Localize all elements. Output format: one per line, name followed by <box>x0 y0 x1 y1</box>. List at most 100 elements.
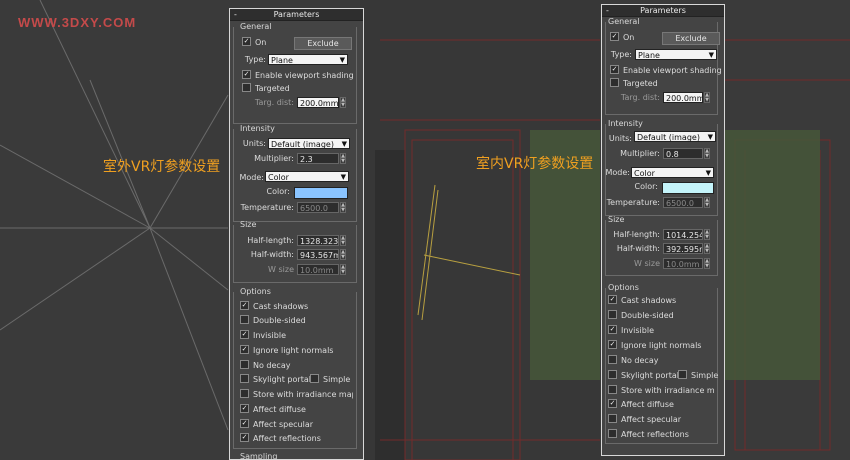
exclude-button[interactable]: Exclude <box>294 37 352 50</box>
checkbox-box[interactable] <box>608 370 617 379</box>
spinner-arrows-icon[interactable]: ▲ ▼ <box>340 153 346 164</box>
simple-checkbox[interactable]: Simple <box>678 370 718 382</box>
double-sided-checkbox[interactable]: Double-sided <box>608 310 674 322</box>
store-irradiance-label: Store with irradiance map <box>621 386 715 395</box>
skylight-portal-checkbox[interactable]: Skylight portal <box>608 370 679 382</box>
w-size-field[interactable]: 10.0mm <box>297 264 339 275</box>
checkbox-box[interactable] <box>608 414 617 423</box>
checkbox-box[interactable] <box>240 374 249 383</box>
checkbox-box[interactable]: ✓ <box>608 295 617 304</box>
on-checkbox[interactable]: ✓ On <box>610 32 634 44</box>
affect-specular-checkbox[interactable]: ✓ Affect specular <box>240 419 313 431</box>
mode-dropdown[interactable]: Color ▼ <box>631 167 714 178</box>
viewport-shading-checkbox[interactable]: ✓ Enable viewport shading <box>610 65 722 77</box>
affect-specular-checkbox[interactable]: Affect specular <box>608 414 681 426</box>
half-width-field[interactable]: 943.567m <box>297 249 339 260</box>
ignore-light-normals-checkbox[interactable]: ✓ Ignore light normals <box>240 345 333 357</box>
checkbox-box[interactable]: ✓ <box>242 37 251 46</box>
multiplier-field[interactable]: 2.3 <box>297 153 339 164</box>
half-length-field[interactable]: 1014.254 <box>663 229 703 240</box>
viewport-shading-checkbox[interactable]: ✓ Enable viewport shading <box>242 70 354 82</box>
temperature-field[interactable]: 6500.0 <box>663 197 703 208</box>
checkbox-box[interactable] <box>310 374 319 383</box>
affect-diffuse-checkbox[interactable]: ✓ Affect diffuse <box>608 399 674 411</box>
checkbox-box[interactable]: ✓ <box>240 301 249 310</box>
double-sided-label: Double-sided <box>621 311 674 320</box>
no-decay-checkbox[interactable]: No decay <box>608 355 658 367</box>
checkbox-box[interactable] <box>678 370 687 379</box>
checkbox-box[interactable]: ✓ <box>240 404 249 413</box>
panel-title-bar[interactable]: - Parameters <box>602 5 724 17</box>
no-decay-checkbox[interactable]: No decay <box>240 360 290 372</box>
skylight-portal-checkbox[interactable]: Skylight portal <box>240 374 311 386</box>
sampling-title: Sampling <box>240 452 278 460</box>
spinner-arrows-icon[interactable]: ▲ ▼ <box>704 243 710 254</box>
store-irradiance-checkbox[interactable]: Store with irradiance map <box>608 385 715 397</box>
checkbox-box[interactable]: ✓ <box>240 419 249 428</box>
checkbox-box[interactable]: ✓ <box>610 65 619 74</box>
targeted-checkbox[interactable]: Targeted <box>610 78 658 90</box>
cast-shadows-checkbox[interactable]: ✓ Cast shadows <box>608 295 676 307</box>
targeted-checkbox[interactable]: Targeted <box>242 83 290 95</box>
type-dropdown[interactable]: Plane ▼ <box>635 49 717 60</box>
checkbox-box[interactable] <box>608 429 617 438</box>
half-length-field[interactable]: 1328.323 <box>297 235 339 246</box>
checkbox-box[interactable]: ✓ <box>240 330 249 339</box>
checkbox-box[interactable] <box>242 83 251 92</box>
checkbox-box[interactable]: ✓ <box>608 340 617 349</box>
spinner-arrows-icon[interactable]: ▲ ▼ <box>340 235 346 246</box>
panel-title-bar[interactable]: - Parameters <box>230 9 363 21</box>
double-sided-checkbox[interactable]: Double-sided <box>240 315 306 327</box>
type-dropdown[interactable]: Plane ▼ <box>268 54 348 65</box>
checkbox-box[interactable]: ✓ <box>610 32 619 41</box>
spinner-arrows-icon[interactable]: ▲ ▼ <box>704 148 710 159</box>
spinner-arrows-icon[interactable]: ▲ ▼ <box>340 249 346 260</box>
on-checkbox[interactable]: ✓ On <box>242 37 266 49</box>
checkbox-box[interactable] <box>610 78 619 87</box>
checkbox-box[interactable] <box>240 389 249 398</box>
targ-dist-field[interactable]: 200.0mm <box>297 97 339 108</box>
spinner-arrows-icon[interactable]: ▲ ▼ <box>704 258 710 269</box>
targ-dist-field[interactable]: 200.0mm <box>663 92 703 103</box>
checkbox-box[interactable] <box>240 315 249 324</box>
spinner-arrows-icon[interactable]: ▲ ▼ <box>340 202 346 213</box>
affect-diffuse-checkbox[interactable]: ✓ Affect diffuse <box>240 404 306 416</box>
exclude-button[interactable]: Exclude <box>662 32 720 45</box>
units-dropdown[interactable]: Default (image) ▼ <box>268 138 350 149</box>
collapse-icon[interactable]: - <box>234 9 237 20</box>
checkbox-box[interactable] <box>608 310 617 319</box>
spinner-arrows-icon[interactable]: ▲ ▼ <box>704 197 710 208</box>
viewport-shading-label: Enable viewport shading <box>623 66 722 75</box>
checkbox-box[interactable]: ✓ <box>242 70 251 79</box>
site-watermark: WWW.3DXY.COM <box>18 15 137 30</box>
color-swatch[interactable] <box>294 187 348 199</box>
color-swatch[interactable] <box>662 182 714 194</box>
checkbox-box[interactable]: ✓ <box>240 433 249 442</box>
ignore-light-normals-checkbox[interactable]: ✓ Ignore light normals <box>608 340 701 352</box>
store-irradiance-checkbox[interactable]: Store with irradiance map <box>240 389 353 401</box>
spinner-arrows-icon[interactable]: ▲ ▼ <box>340 264 346 275</box>
temperature-field[interactable]: 6500.0 <box>297 202 339 213</box>
invisible-checkbox[interactable]: ✓ Invisible <box>608 325 654 337</box>
spinner-arrows-icon[interactable]: ▲ ▼ <box>340 97 346 108</box>
units-dropdown[interactable]: Default (image) ▼ <box>634 131 716 142</box>
checkbox-box[interactable]: ✓ <box>240 345 249 354</box>
w-size-field[interactable]: 10.0mm <box>663 258 703 269</box>
cast-shadows-checkbox[interactable]: ✓ Cast shadows <box>240 301 308 313</box>
half-width-field[interactable]: 392.595r <box>663 243 703 254</box>
checkbox-box[interactable] <box>608 385 617 394</box>
spinner-arrows-icon[interactable]: ▲ ▼ <box>704 229 710 240</box>
affect-reflections-checkbox[interactable]: ✓ Affect reflections <box>240 433 321 445</box>
checkbox-box[interactable]: ✓ <box>608 399 617 408</box>
spinner-arrows-icon[interactable]: ▲ ▼ <box>704 92 710 103</box>
invisible-checkbox[interactable]: ✓ Invisible <box>240 330 286 342</box>
multiplier-field[interactable]: 0.8 <box>663 148 703 159</box>
checkbox-box[interactable]: ✓ <box>608 325 617 334</box>
mode-dropdown[interactable]: Color ▼ <box>265 171 349 182</box>
collapse-icon[interactable]: - <box>606 5 609 16</box>
mode-value: Color <box>268 173 289 182</box>
affect-reflections-checkbox[interactable]: Affect reflections <box>608 429 689 441</box>
checkbox-box[interactable] <box>608 355 617 364</box>
simple-checkbox[interactable]: Simple <box>310 374 350 386</box>
checkbox-box[interactable] <box>240 360 249 369</box>
